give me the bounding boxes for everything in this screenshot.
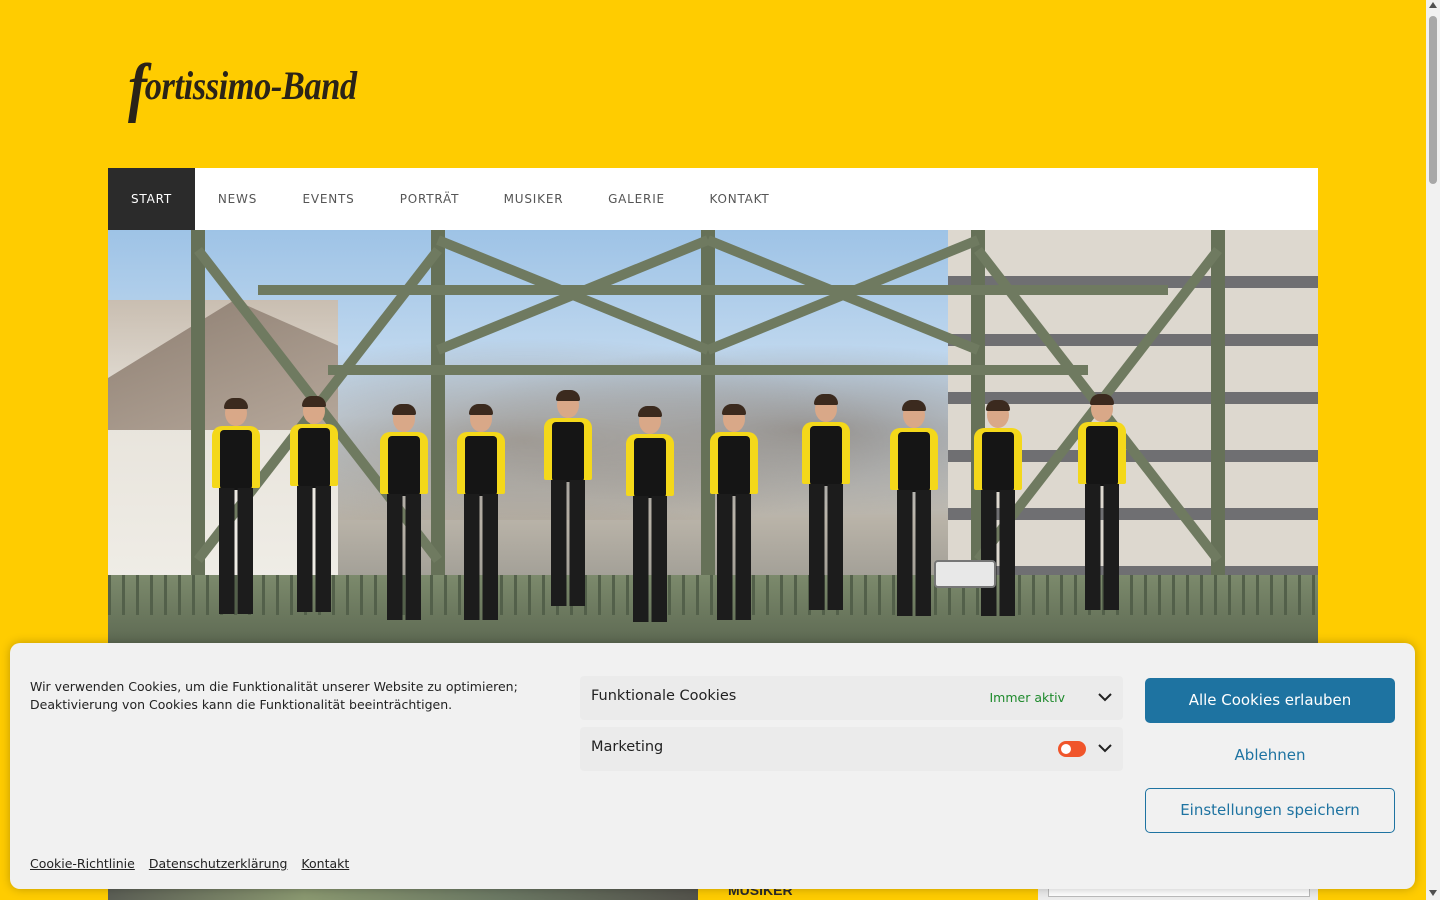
musician-figure [376, 404, 432, 643]
musician-figure [1074, 394, 1130, 643]
musician-figure [453, 404, 509, 643]
page-scrollbar[interactable] [1426, 0, 1440, 900]
musician-figure [286, 396, 342, 643]
cookie-category-title: Marketing [591, 739, 664, 755]
contact-link[interactable]: Kontakt [301, 856, 349, 871]
nav-item-start[interactable]: START [108, 168, 195, 230]
musician-figure [798, 394, 854, 643]
cookie-links: Cookie-Richtlinie Datenschutzerklärung K… [30, 856, 359, 871]
site-logo[interactable]: fortissimo-Band [110, 40, 410, 124]
nav-item-portraet[interactable]: PORTRÄT [377, 168, 482, 230]
toggle-knob [1061, 744, 1071, 754]
musician-figure [970, 400, 1026, 643]
snare-drum [934, 560, 996, 588]
accept-all-cookies-button[interactable]: Alle Cookies erlauben [1145, 678, 1395, 723]
musician-figure [706, 404, 762, 643]
musician-figure [622, 406, 678, 643]
chevron-down-icon[interactable] [1097, 689, 1113, 705]
nav-item-kontakt[interactable]: KONTAKT [688, 168, 791, 230]
scroll-up-arrow-icon[interactable] [1429, 2, 1437, 8]
cookie-category-status: Immer aktiv [989, 690, 1065, 705]
cookie-category-functional[interactable]: Funktionale Cookies Immer aktiv [580, 676, 1123, 720]
main-navigation: START NEWS EVENTS PORTRÄT MUSIKER GALERI… [108, 168, 1318, 230]
musician-figure [208, 398, 264, 643]
logo-wordmark: fortissimo-Band [128, 40, 357, 124]
cookie-category-marketing[interactable]: Marketing [580, 727, 1123, 771]
privacy-policy-link[interactable]: Datenschutzerklärung [149, 856, 288, 871]
scrollbar-thumb[interactable] [1429, 16, 1437, 184]
cookie-category-title: Funktionale Cookies [591, 688, 737, 704]
logo-name: ortissimo-Band [144, 63, 357, 108]
nav-item-events[interactable]: EVENTS [280, 168, 377, 230]
scroll-down-arrow-icon[interactable] [1429, 890, 1437, 896]
chevron-down-icon[interactable] [1097, 740, 1113, 756]
marketing-toggle[interactable] [1058, 741, 1086, 757]
deny-cookies-button[interactable]: Ablehnen [1145, 733, 1395, 778]
musician-figure [886, 400, 942, 643]
nav-item-galerie[interactable]: GALERIE [585, 168, 688, 230]
cookie-policy-link[interactable]: Cookie-Richtlinie [30, 856, 135, 871]
save-settings-button[interactable]: Einstellungen speichern [1145, 788, 1395, 833]
nav-item-news[interactable]: NEWS [195, 168, 280, 230]
cookie-message: Wir verwenden Cookies, um die Funktional… [30, 679, 518, 712]
musician-figure [540, 390, 596, 643]
cookie-consent-banner: Wir verwenden Cookies, um die Funktional… [10, 643, 1415, 889]
hero-band-photo [108, 230, 1318, 643]
logo-initial: f [128, 51, 147, 124]
nav-item-musiker[interactable]: MUSIKER [482, 168, 585, 230]
